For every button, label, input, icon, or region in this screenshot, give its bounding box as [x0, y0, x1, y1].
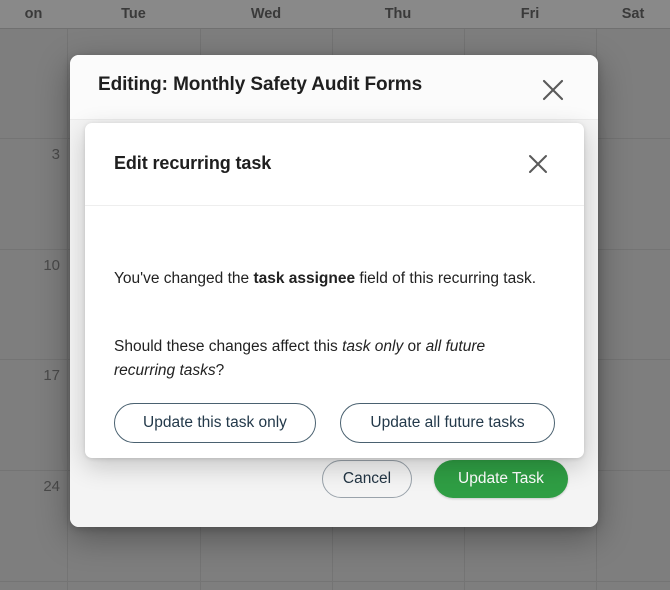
calendar-weekday-header: Tue [121, 6, 146, 22]
editing-task-dialog-footer: Cancel Update Task [70, 452, 598, 527]
calendar-weekday-header: Thu [384, 6, 412, 22]
question-prefix: Should these changes affect this [114, 338, 343, 355]
calendar-weekday-header: Wed [250, 6, 282, 22]
changed-message-suffix: field of this recurring task. [355, 270, 537, 287]
calendar-weekday-header: Fri [520, 6, 540, 22]
edit-recurring-task-dialog-body: You've changed the task assignee field o… [85, 207, 584, 458]
calendar-weekday-header-row: on Tue Wed Thu Fri Sat [0, 0, 670, 29]
close-icon[interactable] [526, 152, 550, 176]
calendar-day-number[interactable]: 10 [4, 257, 60, 274]
calendar-column-divider [67, 29, 68, 590]
question-suffix: ? [215, 362, 225, 379]
edit-recurring-task-dialog: Edit recurring task You've changed the t… [85, 123, 584, 458]
editing-task-dialog-header: Editing: Monthly Safety Audit Forms [70, 55, 598, 120]
calendar-weekday-header: on [24, 6, 43, 22]
update-this-task-only-button[interactable]: Update this task only [114, 403, 316, 443]
changed-message-prefix: You've changed the [114, 270, 254, 287]
update-all-future-tasks-button[interactable]: Update all future tasks [340, 403, 555, 443]
question-middle: or [403, 338, 426, 355]
calendar-day-number[interactable]: 24 [4, 478, 60, 495]
calendar-day-number[interactable]: 3 [4, 146, 60, 163]
edit-recurring-task-dialog-header: Edit recurring task [85, 123, 584, 206]
calendar-weekday-header: Sat [621, 6, 645, 22]
scope-question-message: Should these changes affect this task on… [114, 335, 539, 383]
close-icon[interactable] [540, 77, 566, 103]
question-option-task-only: task only [342, 338, 404, 355]
edit-recurring-task-dialog-title: Edit recurring task [114, 153, 272, 173]
edit-recurring-task-actions: Update this task only Update all future … [85, 403, 584, 458]
cancel-button[interactable]: Cancel [322, 460, 412, 498]
changed-field-message: You've changed the task assignee field o… [114, 267, 539, 291]
update-task-button[interactable]: Update Task [434, 460, 568, 498]
calendar-day-number[interactable]: 17 [4, 367, 60, 384]
changed-field-name: task assignee [253, 270, 356, 287]
editing-task-dialog-title: Editing: Monthly Safety Audit Forms [98, 74, 423, 95]
calendar-row-divider [0, 581, 670, 582]
